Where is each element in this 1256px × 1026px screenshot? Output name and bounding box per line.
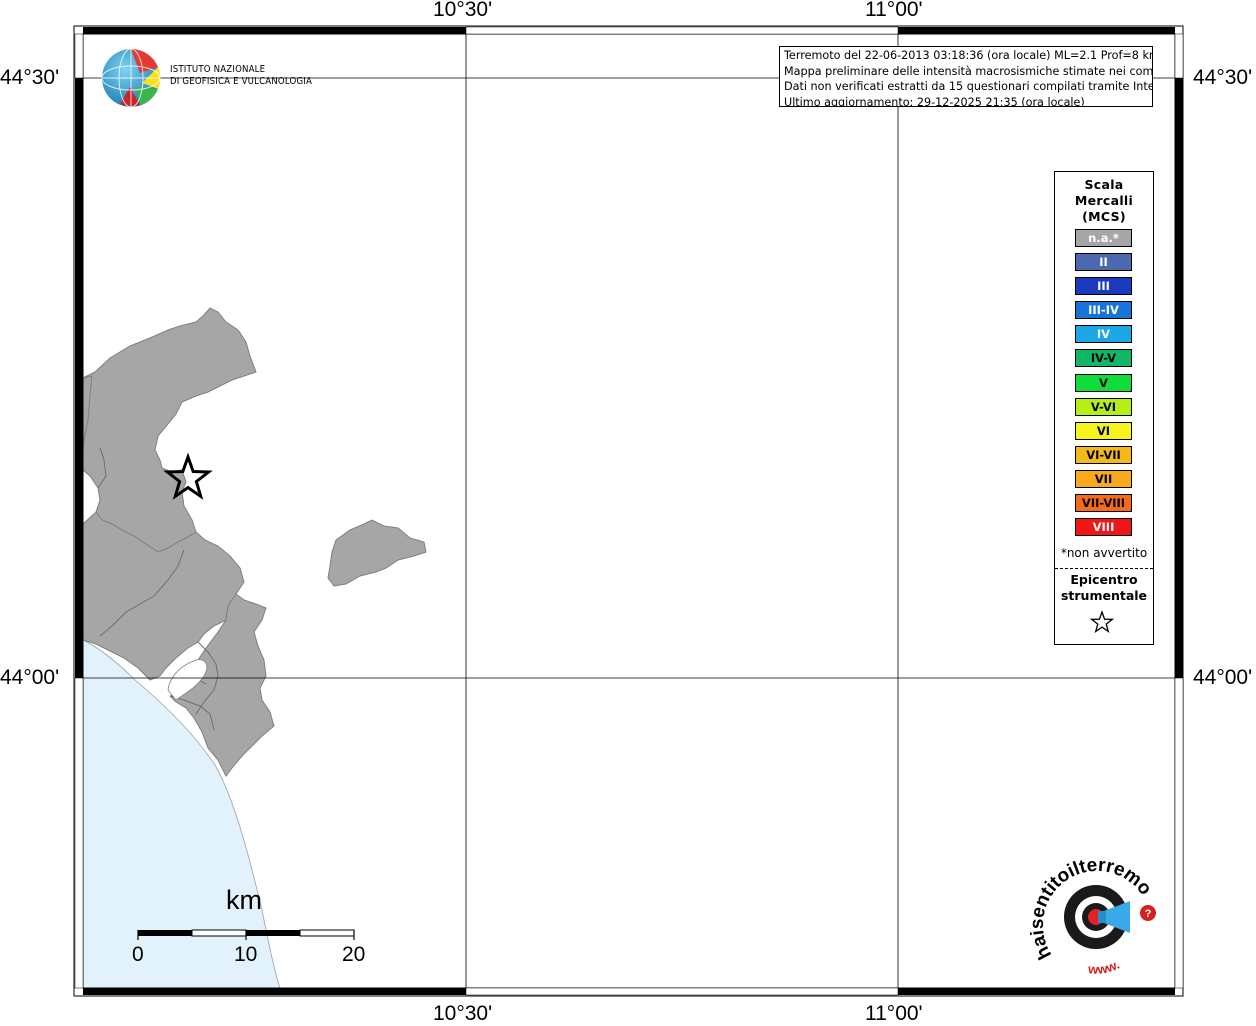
ingv-name-line2: DI GEOFISICA E VULCANOLOGIA bbox=[170, 76, 313, 87]
legend-epicentre-line2: strumentale bbox=[1060, 588, 1148, 603]
top-label-1030: 10°30' bbox=[433, 0, 493, 21]
svg-text:?: ? bbox=[1145, 908, 1152, 920]
legend-item: IV-V bbox=[1075, 349, 1132, 368]
island bbox=[327, 519, 427, 587]
event-info-line4: Ultimo aggiornamento: 29-12-2025 21:35 (… bbox=[784, 95, 1085, 107]
legend-item: VII bbox=[1075, 469, 1132, 488]
legend-item: VI bbox=[1075, 421, 1132, 440]
event-info-box: Terremoto del 22-06-2013 03:18:36 (ora l… bbox=[779, 46, 1153, 107]
legend-epicentre-line1: Epicentro bbox=[1070, 572, 1138, 587]
legend-item: IV bbox=[1075, 325, 1132, 344]
right-label-4430: 44°30' bbox=[1193, 66, 1253, 89]
legend-item: VII-VIII bbox=[1075, 494, 1132, 513]
website-url-prefix: www. bbox=[1087, 957, 1122, 977]
event-info-line1: Terremoto del 22-06-2013 03:18:36 (ora l… bbox=[784, 49, 1153, 62]
svg-text:www.: www. bbox=[1087, 957, 1122, 977]
scale-tick-0: 0 bbox=[132, 943, 144, 966]
legend-title: Scala Mercalli (MCS) bbox=[1055, 177, 1153, 225]
legend-title-line3: (MCS) bbox=[1082, 209, 1126, 224]
legend-title-line1: Scala bbox=[1084, 177, 1124, 192]
scale-tick-10: 10 bbox=[234, 943, 258, 966]
legend-item: III-IV bbox=[1075, 301, 1132, 320]
legend-separator bbox=[1055, 568, 1153, 569]
legend-item: n.a.* bbox=[1075, 229, 1132, 247]
legend-item: V bbox=[1075, 373, 1132, 392]
bottom-label-1030: 10°30' bbox=[433, 1002, 493, 1025]
intensity-legend: Scala Mercalli (MCS) n.a.* II III III-IV IV I… bbox=[1054, 171, 1154, 645]
legend-epicentre-label: Epicentro strumentale bbox=[1055, 572, 1153, 604]
legend-title-line2: Mercalli bbox=[1074, 193, 1134, 208]
star-icon bbox=[1090, 610, 1114, 633]
top-label-1100: 11°00' bbox=[865, 0, 923, 21]
graticule bbox=[83, 34, 1175, 988]
left-label-4400: 44°00' bbox=[0, 666, 60, 689]
scale-unit: km bbox=[226, 885, 262, 915]
legend-item: III bbox=[1075, 277, 1132, 296]
legend-item: VIII bbox=[1075, 518, 1132, 537]
left-label-4430: 44°30' bbox=[0, 66, 60, 89]
legend-item: V-VI bbox=[1075, 397, 1132, 416]
bottom-label-1100: 11°00' bbox=[865, 1002, 923, 1025]
legend-note: *non avvertito bbox=[1060, 546, 1148, 560]
event-info-line3: Dati non verificati estratti da 15 quest… bbox=[784, 80, 1153, 93]
legend-item: II bbox=[1075, 253, 1132, 272]
globe-icon bbox=[101, 48, 161, 108]
scale-tick-20: 20 bbox=[342, 943, 366, 966]
municipality bbox=[82, 307, 257, 553]
ingv-name-line1: ISTITUTO NAZIONALE bbox=[170, 64, 266, 75]
legend-items: n.a.* II III III-IV IV IV-V V V-VI VI VI-VII VII VI… bbox=[1075, 229, 1132, 542]
legend-item: VI-VII bbox=[1075, 445, 1132, 464]
event-info-line2: Mappa preliminare delle intensità macros… bbox=[784, 64, 1153, 78]
ingv-name: ISTITUTO NAZIONALE DI GEOFISICA E VULCAN… bbox=[170, 64, 312, 88]
haisentitoilterremoto-logo: haisentitoilterremoto.it www. ? bbox=[1030, 855, 1156, 977]
right-label-4400: 44°00' bbox=[1193, 666, 1253, 689]
